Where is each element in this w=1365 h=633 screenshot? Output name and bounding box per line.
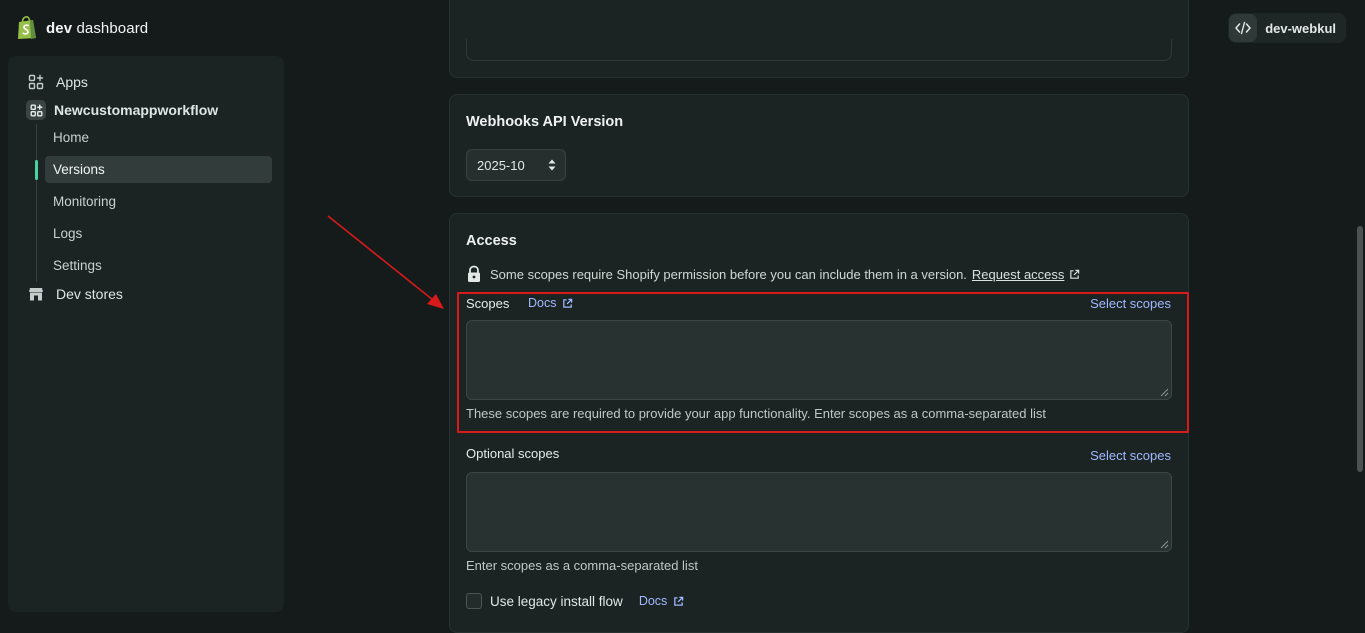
scopes-help-text: These scopes are required to provide you…	[466, 406, 1047, 421]
selected-version: 2025-10	[477, 157, 525, 173]
sidebar-item-label: Monitoring	[53, 194, 117, 209]
legacy-install-row: Use legacy install flow Docs	[466, 593, 684, 609]
home-logo-link[interactable]: dev dashboard	[16, 16, 148, 40]
sidebar-item-label: Home	[53, 130, 90, 145]
scopes-docs-link[interactable]: Docs	[528, 296, 573, 310]
select-optional-scopes-button[interactable]: Select scopes	[1090, 448, 1171, 463]
org-switcher-button[interactable]: dev-webkul	[1228, 13, 1346, 43]
sub-nav-divider	[36, 124, 37, 282]
access-title: Access	[466, 233, 517, 249]
resize-grip-icon	[1160, 540, 1169, 549]
apps-grid-icon	[28, 74, 44, 90]
sidebar-item-apps[interactable]: Apps	[28, 72, 88, 92]
store-icon	[28, 286, 44, 302]
scopes-textarea[interactable]	[466, 320, 1172, 400]
resize-grip-icon	[1160, 388, 1169, 397]
app-grid-icon	[26, 100, 46, 120]
access-card: Access Some scopes require Shopify permi…	[449, 213, 1189, 633]
page-scrollbar[interactable]	[1357, 226, 1363, 472]
webhooks-title: Webhooks API Version	[466, 114, 624, 130]
legacy-install-checkbox[interactable]	[466, 593, 482, 609]
previous-section-card	[449, 0, 1189, 78]
active-indicator	[35, 160, 38, 180]
request-access-link[interactable]: Request access	[972, 267, 1081, 282]
scopes-label: Scopes	[466, 296, 510, 311]
sidebar-item-label: Dev stores	[56, 286, 123, 302]
external-link-icon	[674, 596, 684, 606]
webhooks-version-select[interactable]: 2025-10	[466, 149, 566, 181]
optional-scopes-textarea[interactable]	[466, 472, 1172, 552]
sidebar-item-label: Apps	[56, 74, 88, 90]
select-scopes-button[interactable]: Select scopes	[1090, 296, 1171, 311]
external-link-icon	[563, 298, 573, 308]
up-down-caret-icon	[548, 158, 556, 175]
app-name: Newcustomappworkflow	[54, 102, 219, 118]
org-name: dev-webkul	[1265, 20, 1336, 36]
code-brackets-icon	[1229, 14, 1258, 42]
brand-title: dev dashboard	[46, 19, 149, 37]
sidebar-item-dev-stores[interactable]: Dev stores	[28, 284, 123, 304]
sidebar-item-label: Versions	[53, 162, 105, 177]
lock-icon	[466, 265, 482, 283]
permission-notice: Some scopes require Shopify permission b…	[466, 265, 1080, 283]
sidebar-item-logs[interactable]: Logs	[45, 220, 272, 247]
sidebar-item-settings[interactable]: Settings	[45, 252, 272, 279]
sidebar-item-label: Settings	[53, 258, 102, 273]
legacy-install-label[interactable]: Use legacy install flow	[490, 594, 623, 609]
previous-field	[466, 39, 1172, 61]
sidebar-item-home[interactable]: Home	[45, 124, 272, 151]
webhooks-api-version-card: Webhooks API Version 2025-10	[449, 94, 1189, 197]
legacy-install-docs-link[interactable]: Docs	[639, 594, 684, 608]
external-link-icon	[1070, 269, 1080, 279]
sidebar-item-label: Logs	[53, 226, 83, 241]
sidebar-item-versions[interactable]: Versions	[45, 156, 272, 183]
sidebar-item-monitoring[interactable]: Monitoring	[45, 188, 272, 215]
sidebar-item-app[interactable]: Newcustomappworkflow	[26, 100, 219, 120]
annotation-arrow-icon	[327, 215, 444, 309]
optional-scopes-help-text: Enter scopes as a comma-separated list	[466, 558, 698, 573]
sidebar: Apps Newcustomappworkflow Home Versions …	[8, 56, 284, 612]
shopify-bag-icon	[16, 16, 38, 40]
permission-text: Some scopes require Shopify permission b…	[490, 266, 967, 282]
optional-scopes-label: Optional scopes	[466, 446, 560, 461]
